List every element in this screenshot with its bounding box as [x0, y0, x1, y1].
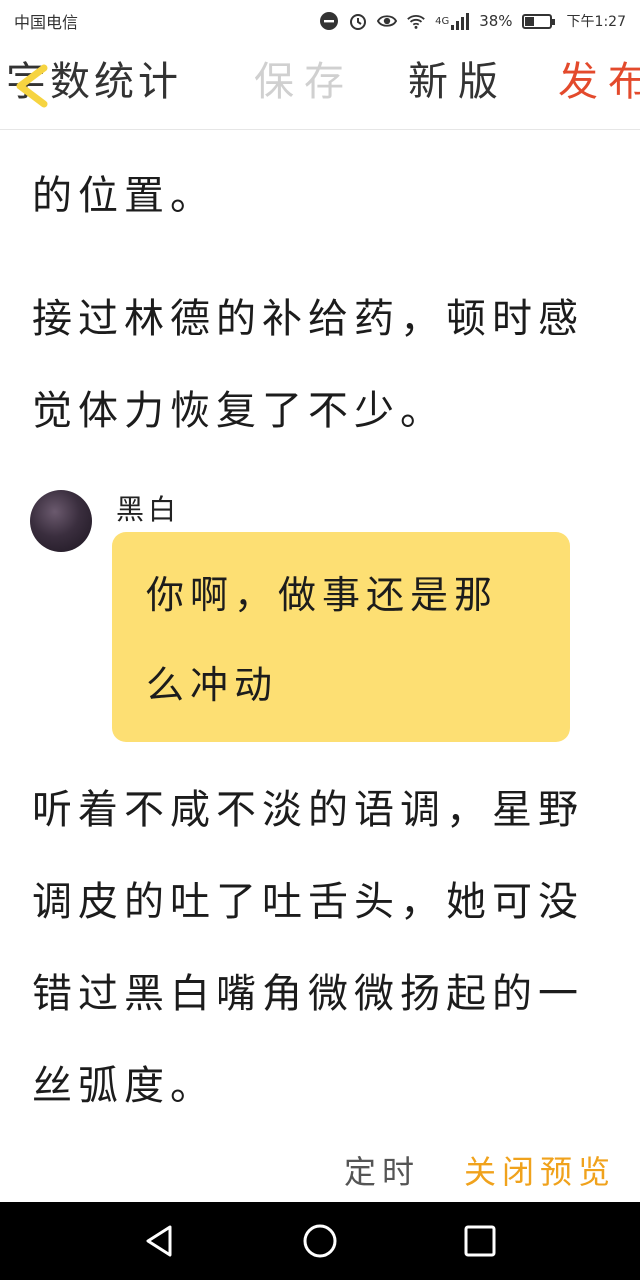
alarm-icon — [350, 14, 367, 30]
battery-percent: 38% — [479, 12, 513, 30]
system-navbar — [0, 1202, 640, 1280]
network-type: 4G — [435, 15, 450, 27]
minus-circle-icon — [320, 12, 339, 30]
timer-button[interactable]: 定时 — [344, 1142, 420, 1202]
battery-icon — [521, 13, 555, 29]
close-preview-button[interactable]: 关闭预览 — [464, 1142, 616, 1202]
eye-icon — [377, 15, 398, 27]
paragraph-2: 接过林德的补给药，顿时感觉体力恢复了不少。 — [32, 296, 584, 434]
speaker-name: 黑白 — [116, 493, 181, 526]
avatar[interactable] — [30, 490, 92, 552]
battery-fill — [524, 16, 534, 26]
wifi-icon — [407, 15, 425, 29]
status-icons: 4G 38% 下午1:27 — [319, 11, 626, 31]
save-button[interactable]: 保存 — [254, 52, 354, 112]
status-bar: 中国电信 4G 38% 下午1:27 — [0, 0, 640, 42]
back-triangle-icon[interactable] — [142, 1223, 178, 1259]
paragraph-3: 听着不咸不淡的语调，星野调皮的吐了吐舌头，她可没错过黑白嘴角微微扬起的一丝弧度。 — [32, 787, 584, 1109]
preview-actions: 定时 关闭预览 — [0, 1142, 640, 1202]
new-version-button[interactable]: 新版 — [408, 52, 508, 112]
dialog-text: 你啊，做事还是那么冲动 — [146, 573, 499, 707]
signal-icon — [451, 13, 470, 30]
carrier-label: 中国电信 — [14, 13, 79, 32]
home-circle-icon[interactable] — [302, 1223, 338, 1259]
recents-square-icon[interactable] — [462, 1223, 498, 1259]
editor-toolbar: 字数统计 保存 新版 发布 — [0, 42, 640, 130]
dialog-bubble: 你啊，做事还是那么冲动 — [112, 532, 570, 742]
paragraph-1: 的位置。 — [32, 173, 216, 219]
back-chevron-icon[interactable] — [10, 62, 54, 110]
clock: 下午1:27 — [566, 14, 626, 30]
publish-button[interactable]: 发布 — [558, 52, 640, 112]
